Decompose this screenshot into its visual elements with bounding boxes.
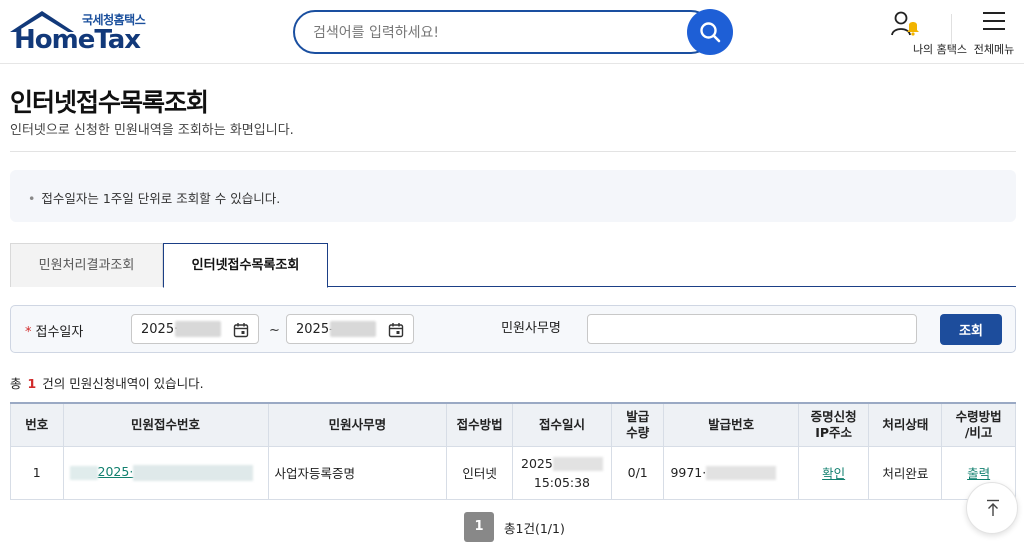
count-number: 1 — [27, 376, 37, 391]
tab-internet-receipt-list[interactable]: 인터넷접수목록조회 — [163, 243, 328, 288]
count-prefix: 총 — [10, 376, 22, 391]
column-header: 처리상태 — [868, 402, 943, 447]
table-header-row: 번호 민원접수번호 민원사무명 접수방법 접수일시 발급 수량 발급번호 증명신… — [10, 402, 1016, 447]
hamburger-menu-icon — [983, 12, 1005, 30]
column-header: 증명신청 IP주소 — [797, 402, 870, 447]
redacted-date — [330, 321, 376, 337]
receipt-time: 15:05:38 — [533, 474, 591, 490]
receipt-number-cell: 2025· — [62, 445, 269, 500]
title-divider — [10, 151, 1016, 152]
status-cell: 처리완료 — [868, 445, 943, 500]
calendar-icon[interactable] — [388, 322, 404, 338]
all-menu-label: 전체메뉴 — [973, 43, 1015, 56]
redacted-text — [133, 464, 254, 481]
receipt-table: 번호 민원접수번호 민원사무명 접수방법 접수일시 발급 수량 발급번호 증명신… — [10, 402, 1016, 500]
header-divider — [951, 14, 952, 48]
pager-total: 총1건(1/1) — [504, 521, 565, 536]
column-header: 발급 수량 — [610, 402, 665, 447]
issue-number-cell: 9971· — [663, 445, 799, 500]
scroll-top-button[interactable] — [966, 482, 1018, 534]
page-1-button[interactable]: 1 — [464, 512, 494, 542]
my-hometax-label: 나의 홈택스 — [912, 43, 968, 56]
column-header: 번호 — [10, 402, 64, 447]
logo-title: HomeTax — [14, 25, 141, 55]
count-suffix: 건의 민원신청내역이 있습니다. — [42, 376, 204, 391]
column-header: 접수일시 — [511, 402, 612, 447]
inquiry-button[interactable]: 조회 — [940, 314, 1002, 345]
notice-box: • 접수일자는 1주일 단위로 조회할 수 있습니다. — [10, 170, 1016, 222]
site-header: 국세청홈택스 HomeTax 나의 홈택스 전체메뉴 — [0, 0, 1024, 64]
task-name-cell: 사업자등록증명 — [267, 445, 448, 500]
date-range-separator: ~ — [269, 323, 280, 338]
issue-qty-cell: 0/1 — [610, 445, 665, 500]
calendar-icon[interactable] — [233, 322, 249, 338]
issue-number: 9971· — [670, 464, 707, 480]
hometax-logo[interactable]: 국세청홈택스 HomeTax — [8, 8, 153, 56]
page-title: 인터넷접수목록조회 — [10, 88, 209, 117]
my-hometax-button[interactable]: 나의 홈택스 — [870, 8, 967, 58]
tab-civil-result[interactable]: 민원처리결과조회 — [10, 243, 163, 287]
search-button[interactable] — [687, 9, 733, 55]
redacted-text — [69, 465, 98, 480]
tab-bar: 민원처리결과조회 인터넷접수목록조회 — [10, 243, 1016, 288]
all-menu-button[interactable]: 전체메뉴 — [966, 8, 1022, 58]
result-count: 총 1 건의 민원신청내역이 있습니다. — [10, 373, 204, 392]
ip-address-cell: 확인 — [797, 445, 870, 500]
column-header: 접수방법 — [446, 402, 513, 447]
receipt-date: 2025 — [521, 455, 553, 471]
search-form: * 접수일자 2025· ~ 2025- 민원사무명 조회 — [10, 305, 1016, 353]
date-to-field[interactable]: 2025- — [286, 314, 414, 344]
task-name-input[interactable] — [587, 314, 917, 344]
column-header: 발급번호 — [663, 402, 799, 447]
search-box — [293, 10, 713, 54]
required-mark: * — [25, 325, 32, 340]
receipt-method-cell: 인터넷 — [446, 445, 513, 500]
receipt-date-label: * 접수일자 — [25, 321, 83, 340]
user-bell-icon — [891, 11, 919, 36]
table-row: 1 2025· 사업자등록증명 인터넷 2025 15:05:38 0/1 99… — [10, 445, 1016, 500]
task-name-label: 민원사무명 — [501, 321, 561, 336]
ip-confirm-link[interactable]: 확인 — [822, 466, 845, 481]
notice-message: 접수일자는 1주일 단위로 조회할 수 있습니다. — [41, 191, 281, 206]
date-to-value: 2025- — [296, 322, 334, 337]
search-input[interactable] — [313, 22, 673, 44]
receipt-datetime-cell: 2025 15:05:38 — [511, 445, 612, 500]
column-header: 민원사무명 — [267, 402, 448, 447]
redacted-text — [552, 457, 603, 471]
bullet-icon: • — [28, 191, 36, 206]
redacted-text — [706, 466, 777, 481]
page-description: 인터넷으로 신청한 민원내역을 조회하는 화면입니다. — [10, 123, 294, 138]
search-icon — [700, 22, 721, 43]
column-header: 수령방법 /비고 — [941, 402, 1016, 447]
column-header: 민원접수번호 — [62, 402, 269, 447]
redacted-date — [175, 321, 221, 337]
row-number: 1 — [10, 445, 64, 500]
date-from-field[interactable]: 2025· — [131, 314, 259, 344]
notice-text: • 접수일자는 1주일 단위로 조회할 수 있습니다. — [28, 188, 280, 207]
date-from-value: 2025· — [141, 322, 179, 337]
arrow-up-icon — [987, 499, 999, 516]
print-link[interactable]: 출력 — [967, 466, 990, 481]
receipt-number-link[interactable]: 2025· — [98, 464, 134, 479]
receipt-date-label-text: 접수일자 — [35, 325, 84, 340]
